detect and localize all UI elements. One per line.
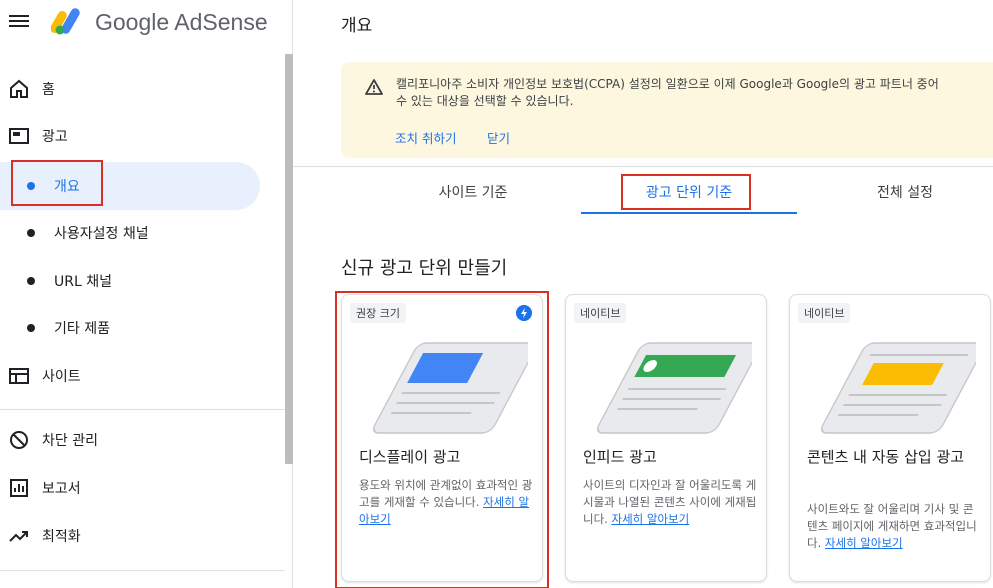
banner-message: 캘리포니아주 소비자 개인정보 보호법(CCPA) 설정의 일환으로 이제 Go… bbox=[396, 77, 939, 108]
block-icon bbox=[10, 431, 28, 449]
highlight-box-ad-unit-tab bbox=[621, 174, 751, 210]
home-icon bbox=[10, 79, 28, 98]
page-title: 개요 bbox=[341, 16, 373, 36]
card-description: 사이트와도 잘 어울리며 기사 및 콘텐츠 페이지에 게재하면 효과적입니다. … bbox=[807, 502, 977, 550]
learn-more-link[interactable]: 자세히 알아보기 bbox=[611, 512, 689, 526]
tab-global-settings[interactable]: 전체 설정 bbox=[797, 170, 993, 214]
sidebar-item-label: 차단 관리 bbox=[42, 433, 98, 449]
card-description: 사이트의 디자인과 잘 어울리도록 게시물과 나열된 콘텐츠 사이에 게재됩니다… bbox=[583, 478, 757, 526]
sidebar-item-label: 광고 bbox=[42, 129, 68, 145]
reports-icon bbox=[10, 479, 28, 497]
sidebar-item-label: 사이트 bbox=[42, 369, 81, 385]
menu-icon[interactable] bbox=[9, 12, 29, 32]
tabs-divider bbox=[293, 166, 993, 167]
in-article-ads-card[interactable]: 네이티브 콘텐츠 내 자동 삽입 광고 사이트와도 잘 어울리며 기사 및 콘텐… bbox=[789, 294, 991, 582]
sidebar-item-label: 기타 제품 bbox=[54, 321, 110, 337]
bullet-icon bbox=[27, 277, 35, 285]
sites-icon bbox=[9, 368, 29, 384]
top-bar: Google AdSense bbox=[0, 0, 293, 46]
native-chip: 네이티브 bbox=[798, 303, 851, 323]
highlight-box-display-card bbox=[335, 291, 549, 588]
bullet-icon bbox=[27, 324, 35, 332]
sidebar-item-label: 사용자설정 채널 bbox=[54, 226, 149, 242]
take-action-link[interactable]: 조치 취하기 bbox=[395, 128, 456, 147]
sidebar-divider bbox=[0, 570, 285, 571]
optimization-icon bbox=[9, 531, 28, 542]
card-title: 콘텐츠 내 자동 삽입 광고 bbox=[807, 448, 965, 466]
in-article-ad-illustration-icon bbox=[820, 342, 976, 434]
warning-icon bbox=[365, 79, 383, 95]
sidebar-divider bbox=[0, 409, 285, 410]
sidebar-scrollbar[interactable] bbox=[285, 54, 293, 464]
sidebar-item-label: 보고서 bbox=[42, 481, 81, 497]
sidebar: 홈 광고 개요 사용자설정 채널 URL 채널 기타 제품 사이트 차단 관리 … bbox=[0, 46, 293, 588]
card-title: 인피드 광고 bbox=[583, 448, 657, 466]
active-tab-indicator bbox=[581, 212, 797, 214]
ccpa-notice-banner: 캘리포니아주 소비자 개인정보 보호법(CCPA) 설정의 일환으로 이제 Go… bbox=[341, 62, 993, 158]
in-feed-ads-card[interactable]: 네이티브 인피드 광고 사이트의 디자인과 잘 어울리도록 게시물과 나열된 콘… bbox=[565, 294, 767, 582]
main-content: 캘리포니아주 소비자 개인정보 보호법(CCPA) 설정의 일환으로 이제 Go… bbox=[293, 46, 993, 588]
ads-icon bbox=[9, 128, 29, 144]
in-feed-ad-illustration-icon bbox=[596, 342, 752, 434]
native-chip: 네이티브 bbox=[574, 303, 627, 323]
highlight-box-overview bbox=[11, 160, 103, 206]
section-title: 신규 광고 단위 만들기 bbox=[341, 258, 508, 279]
tab-by-site[interactable]: 사이트 기준 bbox=[365, 170, 581, 214]
brand-name: Google AdSense bbox=[95, 9, 268, 35]
adsense-logo-icon[interactable] bbox=[51, 6, 85, 36]
learn-more-link[interactable]: 자세히 알아보기 bbox=[825, 536, 903, 550]
dismiss-link[interactable]: 닫기 bbox=[487, 128, 510, 147]
bullet-icon bbox=[27, 229, 35, 237]
sidebar-item-label: 홈 bbox=[42, 82, 55, 98]
sidebar-item-label: URL 채널 bbox=[54, 274, 112, 290]
sidebar-item-label: 최적화 bbox=[42, 529, 81, 545]
